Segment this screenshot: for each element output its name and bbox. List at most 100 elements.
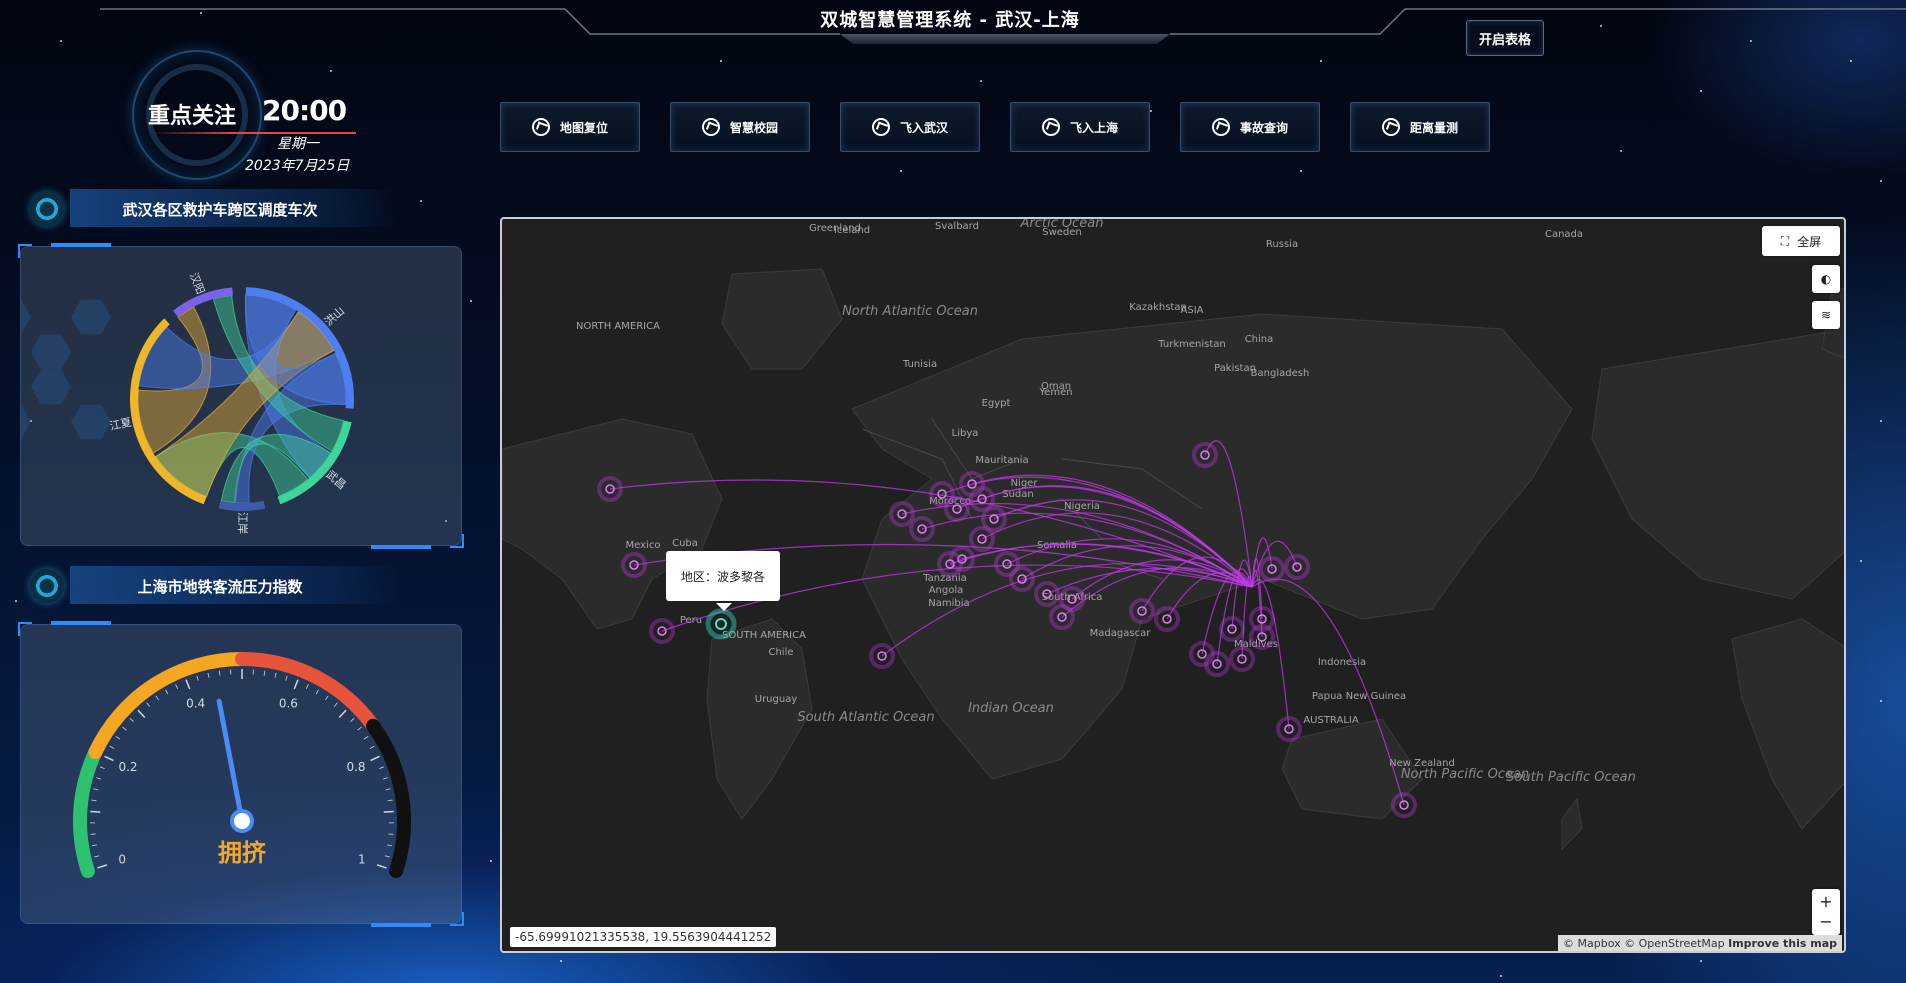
chord-section-title: 武汉各区救护车跨区调度车次 <box>122 201 318 219</box>
map-place-label: Sweden <box>1042 227 1082 238</box>
fullscreen-button[interactable]: ⛶ 全屏 <box>1762 226 1840 256</box>
gauge-panel: 0 0.2 0.4 0.6 0.8 1 拥挤 <box>18 621 464 927</box>
layers-icon: ≋ <box>1820 308 1832 322</box>
pressure-gauge: 0 0.2 0.4 0.6 0.8 1 拥挤 <box>73 652 411 879</box>
gauge-tick <box>155 695 159 701</box>
star-decoration <box>980 80 982 82</box>
zoom-out-button[interactable]: − <box>1819 912 1832 932</box>
fullscreen-label: 全屏 <box>1797 234 1822 249</box>
gauge-tick-label: 0.2 <box>118 760 137 774</box>
gauge-tick <box>383 810 394 813</box>
map-place-label: Yemen <box>1038 387 1072 398</box>
incident-icon <box>1211 118 1230 136</box>
map-place-label: Libya <box>952 428 979 439</box>
star-decoration <box>1880 700 1882 702</box>
nav-button-label: 事故查询 <box>1239 120 1288 135</box>
gauge-tick <box>369 745 375 749</box>
map-place-label: Iceland <box>834 225 870 236</box>
gauge-tick <box>175 684 179 689</box>
star-decoration <box>1150 110 1152 112</box>
section-bullet-icon <box>30 192 64 226</box>
campus-icon <box>701 118 720 136</box>
gauge-tick <box>384 855 390 858</box>
map-reset-icon <box>531 118 550 136</box>
gauge-tick <box>293 679 299 690</box>
gauge-tick <box>370 755 380 762</box>
map-place-label: Papua New Guinea <box>1312 691 1406 702</box>
chord-label-4: 江夏 <box>108 416 132 433</box>
map-place-label: Turkmenistan <box>1157 339 1225 350</box>
landmass <box>706 618 813 820</box>
star-decoration <box>720 60 722 62</box>
coordinate-readout: -65.69991021335538, 19.5563904441252 <box>510 927 777 947</box>
nav-button-2[interactable]: 飞入武汉 <box>840 102 980 152</box>
map-canvas[interactable]: Arctic Ocean Svalbard Greenland Iceland Swed… <box>500 217 1846 953</box>
panel-tab-decoration <box>51 621 111 625</box>
map-place-label: NORTH AMERICA <box>576 321 660 332</box>
selected-marker[interactable] <box>705 608 737 640</box>
layers-button[interactable]: ≋ <box>1812 301 1840 329</box>
title-plate <box>840 34 1170 44</box>
star-decoration <box>420 200 422 202</box>
nav-button-label: 飞入武汉 <box>899 120 948 135</box>
clock-underline <box>150 132 356 134</box>
gauge-tick <box>382 777 388 780</box>
gauge-tick <box>363 736 369 740</box>
gauge-tick <box>350 718 355 723</box>
improve-map-link[interactable]: Improve this map <box>1728 937 1837 950</box>
nav-button-0[interactable]: 地图复位 <box>500 102 640 152</box>
hexagon-decoration <box>0 404 31 440</box>
map-place-label: North Atlantic Ocean <box>842 304 978 319</box>
gauge-segment-high <box>235 652 381 733</box>
star-decoration <box>1850 60 1852 62</box>
nav-button-3[interactable]: 飞入上海 <box>1010 102 1150 152</box>
gauge-tick-label: 0.6 <box>279 696 298 710</box>
hexagon-decoration <box>71 404 111 440</box>
landmass <box>1731 618 1844 830</box>
style-toggle-button[interactable]: ◐ <box>1812 265 1840 293</box>
chord-diagram: 汉阳洪山武昌江岸江夏 <box>0 271 354 534</box>
star-decoration <box>330 70 332 72</box>
gauge-tick <box>109 745 115 749</box>
toggle-table-button[interactable]: 开启表格 <box>1466 20 1544 56</box>
hexagon-decoration <box>31 369 71 405</box>
gauge-tick <box>315 689 319 695</box>
star-decoration <box>900 170 902 172</box>
gauge-tick <box>165 689 169 695</box>
gauge-tick <box>96 777 102 780</box>
hexagon-decoration <box>0 299 31 335</box>
gauge-tick <box>333 702 338 707</box>
page-title: 双城智慧管理系统 - 武汉-上海 <box>820 10 1080 31</box>
map-place-label: South Atlantic Ocean <box>797 710 934 725</box>
gauge-status: 拥挤 <box>218 839 267 867</box>
star-decoration <box>1860 560 1862 562</box>
star-decoration <box>1300 170 1302 172</box>
plane-icon <box>1041 118 1060 136</box>
gauge-tick <box>97 864 108 869</box>
nav-button-1[interactable]: 智慧校园 <box>670 102 810 152</box>
gauge-tick <box>99 766 105 769</box>
gauge-pivot <box>230 809 254 833</box>
gauge-tick <box>357 726 362 731</box>
gauge-tick <box>325 695 329 701</box>
panel-tab-decoration <box>371 545 431 549</box>
gauge-tick <box>196 675 199 681</box>
nav-button-label: 飞入上海 <box>1069 120 1118 135</box>
gauge-tick <box>91 799 97 802</box>
nav-button-4[interactable]: 事故查询 <box>1180 102 1320 152</box>
nav-button-5[interactable]: 距离量测 <box>1350 102 1490 152</box>
measure-icon <box>1381 118 1400 136</box>
gauge-tick <box>274 672 277 678</box>
nav-button-label: 智慧校园 <box>729 120 778 135</box>
gauge-tick <box>90 810 101 813</box>
map-place-label: ASIA <box>1181 305 1204 316</box>
zoom-in-button[interactable]: + <box>1819 892 1832 912</box>
gauge-tick <box>91 844 98 847</box>
gauge-tick <box>115 736 121 740</box>
gauge-tick-label: 0.4 <box>186 696 205 710</box>
gauge-tick <box>104 755 114 762</box>
map-place-label: Namibia <box>928 598 969 609</box>
map-place-label: Mexico <box>626 540 661 551</box>
plane-icon <box>871 118 890 136</box>
landmass <box>1591 329 1844 600</box>
